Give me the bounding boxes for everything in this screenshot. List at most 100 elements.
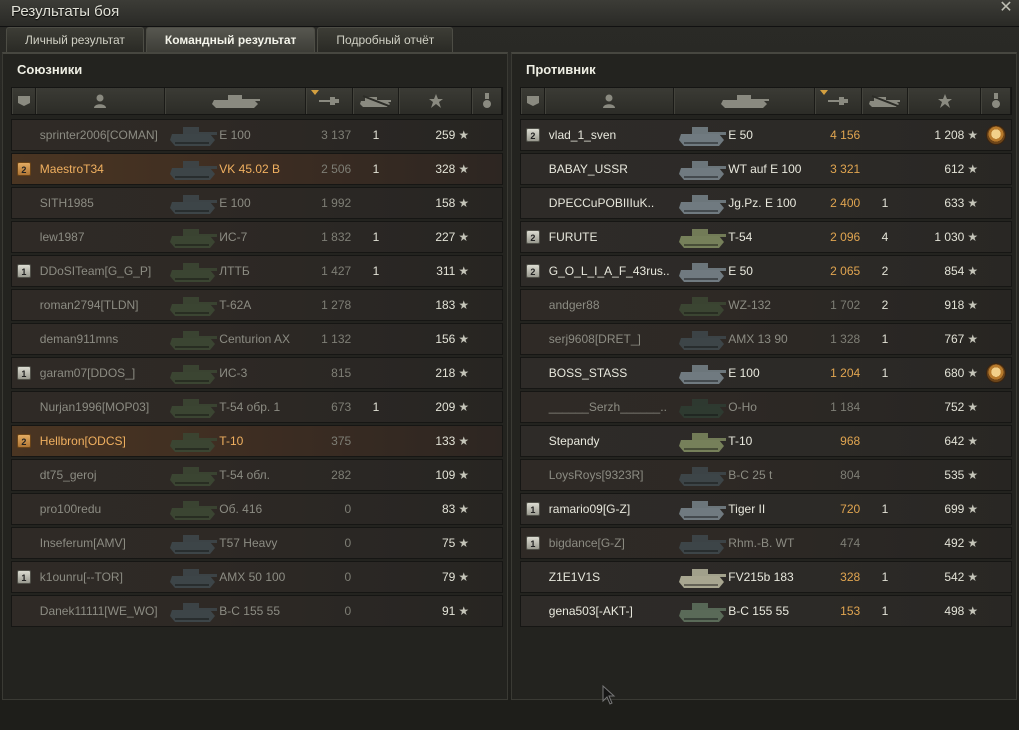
vehicle-name: Об. 416 <box>219 502 263 516</box>
xp-column-header[interactable] <box>398 88 473 114</box>
xp-value: 133 <box>435 434 456 448</box>
platoon-cell <box>521 562 545 592</box>
platoon-cell <box>12 120 36 150</box>
player-row[interactable]: 2 MaestroT34 VK 45.02 B 2 506 1 328 ★ <box>11 153 503 185</box>
xp-value: 183 <box>435 298 456 312</box>
player-row[interactable]: roman2794[TLDN] T-62A 1 278 183 ★ <box>11 289 503 321</box>
kills-column-header[interactable] <box>353 88 399 114</box>
player-icon <box>94 94 107 108</box>
player-icon <box>603 94 616 108</box>
damage-column-header[interactable] <box>305 88 354 114</box>
damage-value: 2 400 <box>830 196 861 210</box>
kills-value: 2 <box>881 264 889 278</box>
player-row[interactable]: serj9608[DRET_] AMX 13 90 1 328 1 767 ★ <box>520 323 1012 355</box>
player-name: sprinter2006[COMAN] <box>39 128 158 142</box>
tab-detailed-report[interactable]: Подробный отчёт <box>317 27 454 52</box>
player-row[interactable]: SITH1985 E 100 1 992 158 ★ <box>11 187 503 219</box>
kills-icon <box>359 95 393 107</box>
player-row[interactable]: 1 bigdance[G-Z] Rhm.-B. WT 474 492 ★ <box>520 527 1012 559</box>
vehicle-name: E 100 <box>219 196 251 210</box>
damage-value: 815 <box>331 366 352 380</box>
player-row[interactable]: deman911mns Centurion AX 1 132 156 ★ <box>11 323 503 355</box>
xp-value: 79 <box>442 570 456 584</box>
damage-value: 1 204 <box>830 366 861 380</box>
damage-column-header[interactable] <box>814 88 863 114</box>
medal-icon[interactable] <box>987 364 1006 382</box>
platoon-column-header[interactable] <box>521 88 545 114</box>
player-row[interactable]: Danek11111[WE_WO] B-C 155 55 0 91 ★ <box>11 595 503 627</box>
player-name: ______Serzh______.. <box>548 400 667 414</box>
player-row[interactable]: Z1E1V1S FV215b 183 328 1 542 ★ <box>520 561 1012 593</box>
player-name: Nurjan1996[MOP03] <box>39 400 150 414</box>
player-row[interactable]: BOSS_STASS E 100 1 204 1 680 ★ <box>520 357 1012 389</box>
kills-value: 1 <box>372 230 380 244</box>
player-row[interactable]: Nurjan1996[MOP03] T-54 обр. 1 673 1 209 ★ <box>11 391 503 423</box>
xp-column-header[interactable] <box>907 88 982 114</box>
player-row[interactable]: ______Serzh______.. O-Ho 1 184 752 ★ <box>520 391 1012 423</box>
player-column-header[interactable] <box>544 88 674 114</box>
player-row[interactable]: pro100redu Об. 416 0 83 ★ <box>11 493 503 525</box>
xp-star-icon: ★ <box>458 570 470 584</box>
xp-value: 1 208 <box>934 128 965 142</box>
vehicle-name: T-10 <box>728 434 753 448</box>
player-row[interactable]: 1 k1ounru[--TOR] AMX 50 100 0 79 ★ <box>11 561 503 593</box>
damage-value: 0 <box>344 604 352 618</box>
player-row[interactable]: lew1987 ИС-7 1 832 1 227 ★ <box>11 221 503 253</box>
title-bar[interactable]: Результаты боя ✕ <box>0 0 1019 27</box>
platoon-cell <box>521 460 545 490</box>
xp-star-icon: ★ <box>458 332 470 346</box>
player-name: DPECCuPOBIIIuK.. <box>548 196 655 210</box>
xp-star-icon: ★ <box>458 434 470 448</box>
player-row[interactable]: LoysRoys[9323R] B-C 25 t 804 535 ★ <box>520 459 1012 491</box>
kills-column-header[interactable] <box>862 88 908 114</box>
player-name: lew1987 <box>39 230 85 244</box>
vehicle-name: Rhm.-B. WT <box>728 536 795 550</box>
medal-icon[interactable] <box>987 126 1006 144</box>
player-name: BOSS_STASS <box>548 366 628 380</box>
player-row[interactable]: Stepandy T-10 968 642 ★ <box>520 425 1012 457</box>
medal-cell <box>981 126 1011 144</box>
player-row[interactable]: 1 garam07[DDOS_] ИС-3 815 218 ★ <box>11 357 503 389</box>
tank-icon <box>674 392 728 422</box>
kills-value: 1 <box>372 128 380 142</box>
xp-value: 218 <box>435 366 456 380</box>
medals-column-header[interactable] <box>472 88 502 114</box>
close-icon[interactable]: ✕ <box>998 0 1014 16</box>
player-row[interactable]: 1 DDoSITeam[G_G_P] ЛТТБ 1 427 1 311 ★ <box>11 255 503 287</box>
player-row[interactable]: gena503[-AKT-] B-C 155 55 153 1 498 ★ <box>520 595 1012 627</box>
player-row[interactable]: dt75_geroj T-54 обл. 282 109 ★ <box>11 459 503 491</box>
player-row[interactable]: 2 FURUTE T-54 2 096 4 1 030 ★ <box>520 221 1012 253</box>
platoon-cell <box>12 494 36 524</box>
kills-value: 2 <box>881 298 889 312</box>
tank-icon <box>674 358 728 388</box>
platoon-cell <box>521 188 545 218</box>
tank-icon <box>165 256 219 286</box>
tab-personal-result[interactable]: Личный результат <box>6 27 144 52</box>
xp-value: 227 <box>435 230 456 244</box>
kills-value: 1 <box>881 366 889 380</box>
platoon-column-header[interactable] <box>12 88 36 114</box>
damage-value: 1 132 <box>321 332 352 346</box>
xp-star-icon: ★ <box>967 264 979 278</box>
player-row[interactable]: 2 G_O_L_I_A_F_43rus.. E 50 2 065 2 854 ★ <box>520 255 1012 287</box>
vehicle-column-header[interactable] <box>673 88 815 114</box>
player-row[interactable]: DPECCuPOBIIIuK.. Jg.Pz. E 100 2 400 1 633 ★ <box>520 187 1012 219</box>
vehicle-name: E 50 <box>728 128 753 142</box>
damage-value: 328 <box>840 570 861 584</box>
player-column-header[interactable] <box>35 88 165 114</box>
player-row[interactable]: sprinter2006[COMAN] E 100 3 137 1 259 ★ <box>11 119 503 151</box>
damage-value: 0 <box>344 536 352 550</box>
player-row[interactable]: Inseferum[AMV] T57 Heavy 0 75 ★ <box>11 527 503 559</box>
tank-icon <box>165 528 219 558</box>
tab-team-result[interactable]: Командный результат <box>145 27 316 52</box>
player-row[interactable]: 2 Hellbron[ODCS] T-10 375 133 ★ <box>11 425 503 457</box>
player-row[interactable]: andger88 WZ-132 1 702 2 918 ★ <box>520 289 1012 321</box>
platoon-cell <box>12 324 36 354</box>
medals-column-header[interactable] <box>981 88 1011 114</box>
player-row[interactable]: 1 ramario09[G-Z] Tiger II 720 1 699 ★ <box>520 493 1012 525</box>
player-row[interactable]: BABAY_USSR WT auf E 100 3 321 612 ★ <box>520 153 1012 185</box>
vehicle-column-header[interactable] <box>164 88 306 114</box>
allies-table-header <box>11 87 503 115</box>
player-row[interactable]: 2 vlad_1_sven E 50 4 156 1 208 ★ <box>520 119 1012 151</box>
xp-star-icon: ★ <box>967 468 979 482</box>
